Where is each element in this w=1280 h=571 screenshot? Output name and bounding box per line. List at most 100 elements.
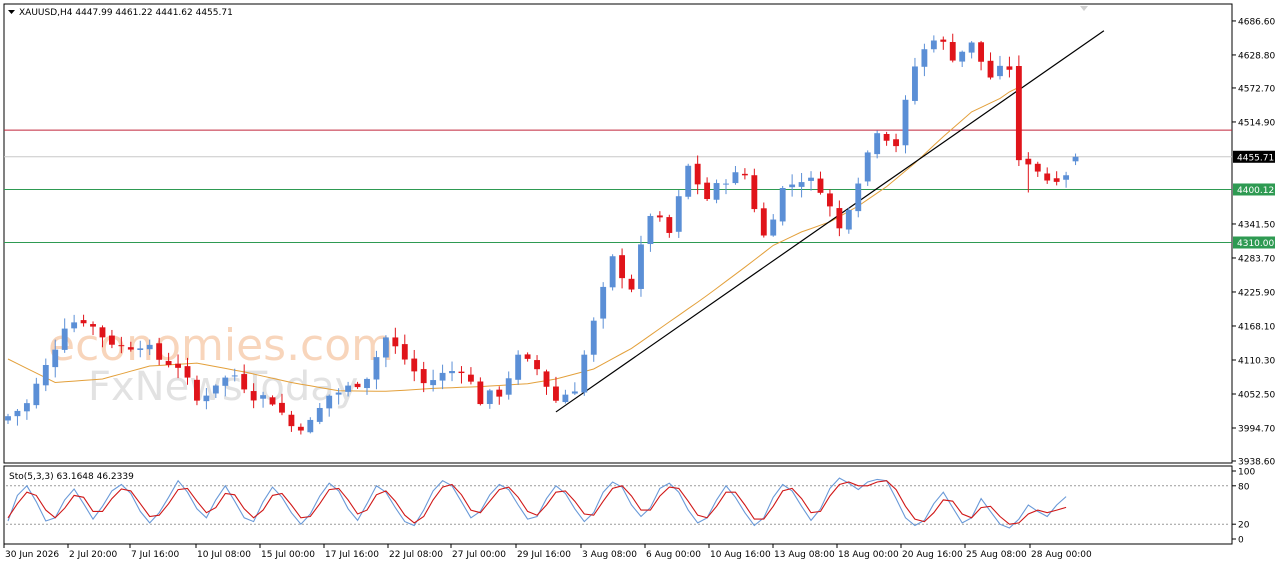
bull-candle [5,416,11,421]
bear-candle [694,163,701,185]
bull-candle [600,286,607,319]
bear-candle [392,337,399,347]
bull-candle [382,337,389,358]
bull-candle [1063,175,1070,180]
bear-candle [269,397,276,405]
time-tick-label: 18 Aug 00:00 [838,550,899,560]
bear-candle [760,208,767,236]
bear-candle [467,374,474,382]
time-tick-label: 3 Aug 08:00 [582,550,637,560]
bull-candle [609,256,616,288]
bull-candle [798,182,805,187]
bear-candle [978,42,985,62]
bull-candle [146,344,153,350]
bull-candle [874,133,881,155]
bull-candle [902,99,909,146]
bear-candle [1044,173,1051,181]
level-price-label: 4310.00 [1237,239,1274,249]
bear-candle [656,215,663,218]
bear-candle [1025,158,1032,165]
bull-candle [685,165,692,197]
bull-candle [71,322,78,329]
bear-candle [99,327,106,338]
bear-candle [940,39,947,42]
bull-candle [23,403,30,412]
bull-candle [638,244,644,289]
bear-candle [354,383,361,388]
bear-candle [411,358,418,372]
bull-candle [864,152,871,182]
bull-candle [845,209,852,230]
time-tick-label: 7 Jul 16:00 [131,550,180,560]
bear-candle [458,371,465,374]
bear-candle [1034,163,1041,172]
bull-candle [723,183,729,185]
bear-candle [817,178,824,193]
price-tick-label: 4283.70 [1238,254,1275,264]
bear-candle [1053,178,1060,182]
bull-candle [808,177,814,181]
price-tick-label: 4686.60 [1238,17,1275,27]
bull-candle [61,328,68,350]
bear-candle [619,255,626,279]
price-axis: 4686.60 4628.80 4572.70 4514.90 4455.71 4400.… [1232,17,1275,468]
bull-candle [307,419,314,433]
bear-candle [987,60,994,78]
stochastic-tick-label: 0 [1238,536,1244,546]
level-price-label: 4455.71 [1237,153,1274,163]
bear-candle [118,345,125,347]
time-tick-label: 29 Jul 16:00 [517,550,571,560]
time-tick-label: 13 Aug 08:00 [774,550,835,560]
bull-candle [345,385,352,392]
bear-candle [666,217,673,233]
bear-candle [420,369,427,384]
bull-candle [590,320,597,355]
bull-candle [430,380,437,386]
price-chart[interactable]: economies.com FxNewsToday 4686.604628.80… [0,0,1280,567]
bull-candle [997,65,1003,77]
bull-candle [647,215,654,245]
bear-candle [751,175,758,210]
price-tick-label: 4341.50 [1238,220,1275,230]
bull-candle [1072,156,1079,162]
bull-candle [326,395,333,409]
bear-candle [704,182,711,200]
price-tick-label: 4572.70 [1238,84,1275,94]
bear-candle [90,324,96,327]
time-tick-label: 15 Jul 00:00 [261,550,315,560]
bull-candle [14,410,21,417]
bull-candle [713,183,720,200]
bull-candle [260,395,267,399]
bull-candle [732,172,739,184]
bear-candle [288,414,295,427]
bear-candle [175,363,181,368]
bear-candle [543,371,550,387]
bear-candle [165,361,172,365]
bull-candle [373,357,380,380]
bear-candle [477,381,484,405]
bear-candle [826,193,833,207]
time-tick-label: 25 Aug 08:00 [966,550,1027,560]
time-tick-label: 2 Jul 20:00 [69,550,118,560]
price-tick-label: 4628.80 [1238,51,1275,61]
bull-candle [231,375,238,377]
bull-candle [562,394,569,403]
price-tick-label: 3938.60 [1238,458,1275,468]
price-tick-label: 4168.10 [1238,322,1275,332]
bull-candle [789,184,796,188]
bear-candle [893,139,899,147]
bull-candle [335,392,342,395]
level-price-label: 4400.12 [1237,186,1274,196]
price-tick-label: 4110.30 [1238,356,1275,366]
bear-candle [836,208,843,229]
bull-candle [675,196,682,232]
bear-candle [496,389,503,397]
bull-candle [779,188,786,222]
price-tick-label: 4514.90 [1238,118,1275,128]
bear-candle [401,344,408,360]
bear-candle [80,320,87,324]
bear-candle [297,426,304,431]
bear-candle [279,402,285,413]
bull-candle [449,371,455,374]
time-tick-label: 22 Jul 08:00 [389,550,443,560]
